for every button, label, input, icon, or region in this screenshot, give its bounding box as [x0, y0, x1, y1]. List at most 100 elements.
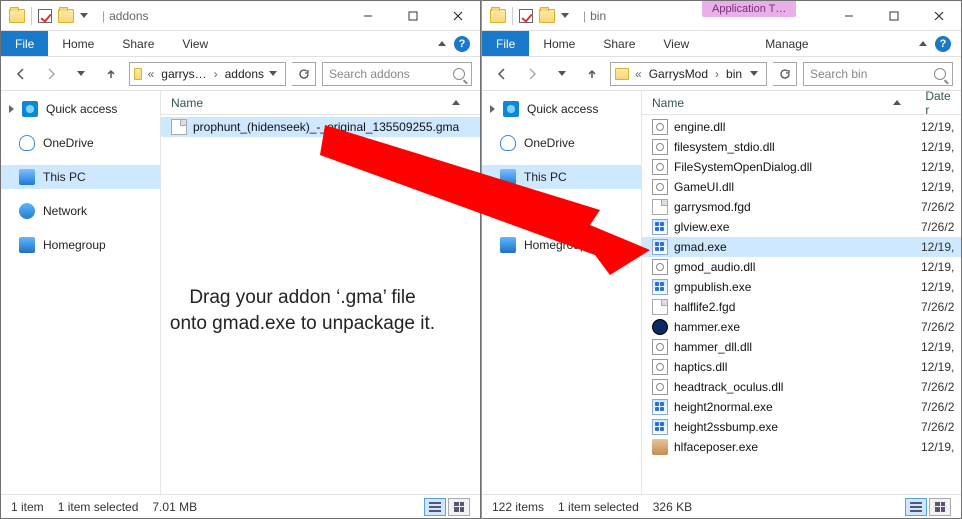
- chevron-left-icon[interactable]: «: [633, 67, 644, 81]
- properties-icon[interactable]: [38, 9, 52, 23]
- file-list[interactable]: engine.dll12/19,filesystem_stdio.dll12/1…: [642, 115, 961, 494]
- file-row[interactable]: headtrack_oculus.dll7/26/2: [642, 377, 961, 397]
- file-row[interactable]: GameUI.dll12/19,: [642, 177, 961, 197]
- minimize-button[interactable]: [345, 1, 390, 30]
- file-row[interactable]: prophunt_(hidenseek)_-_original_13550925…: [161, 117, 480, 137]
- sidebar-item-quick-access[interactable]: Quick access: [1, 97, 160, 121]
- view-large-icons-button[interactable]: [448, 498, 470, 516]
- refresh-button[interactable]: [773, 62, 797, 86]
- file-row[interactable]: engine.dll12/19,: [642, 117, 961, 137]
- close-button[interactable]: [435, 1, 480, 30]
- file-name: engine.dll: [674, 120, 725, 134]
- close-button[interactable]: [916, 1, 961, 30]
- nav-pane[interactable]: Quick access OneDrive This PC Network Ho…: [1, 91, 161, 494]
- file-name: gmpublish.exe: [674, 280, 751, 294]
- column-name[interactable]: Name: [652, 96, 889, 110]
- sidebar-item-onedrive[interactable]: OneDrive: [1, 131, 160, 155]
- recent-dropdown[interactable]: [69, 62, 93, 86]
- file-row[interactable]: height2ssbump.exe7/26/2: [642, 417, 961, 437]
- file-row[interactable]: height2normal.exe7/26/2: [642, 397, 961, 417]
- recent-dropdown[interactable]: [550, 62, 574, 86]
- breadcrumb[interactable]: addons: [222, 67, 267, 81]
- forward-button[interactable]: [39, 62, 63, 86]
- sidebar-item-network[interactable]: Network: [482, 199, 641, 223]
- file-row[interactable]: halflife2.fgd7/26/2: [642, 297, 961, 317]
- file-tab[interactable]: File: [482, 31, 529, 56]
- sidebar-item-this-pc[interactable]: This PC: [482, 165, 641, 189]
- minimize-button[interactable]: [826, 1, 871, 30]
- folder-icon: [490, 9, 506, 23]
- search-input[interactable]: Search bin: [803, 62, 953, 86]
- breadcrumb[interactable]: bin: [723, 67, 745, 81]
- column-date[interactable]: Date r: [925, 91, 961, 117]
- help-icon[interactable]: ?: [454, 36, 470, 52]
- refresh-button[interactable]: [292, 62, 316, 86]
- file-date: 12/19,: [921, 440, 961, 454]
- sidebar-item-homegroup[interactable]: Homegroup: [1, 233, 160, 257]
- cloud-icon: [19, 135, 35, 151]
- forward-button[interactable]: [520, 62, 544, 86]
- explorer-window-addons: |addons File Home Share View ?: [0, 0, 481, 519]
- address-bar[interactable]: « garrys… › addons: [129, 62, 286, 86]
- file-row[interactable]: garrysmod.fgd7/26/2: [642, 197, 961, 217]
- tab-share[interactable]: Share: [108, 31, 168, 56]
- sidebar-item-quick-access[interactable]: Quick access: [482, 97, 641, 121]
- new-folder-icon[interactable]: [539, 9, 555, 23]
- file-row[interactable]: hammer.exe7/26/2: [642, 317, 961, 337]
- properties-icon[interactable]: [519, 9, 533, 23]
- addr-dropdown-icon[interactable]: [269, 71, 277, 76]
- ribbon-expand-icon[interactable]: [919, 41, 927, 46]
- up-button[interactable]: [580, 62, 604, 86]
- help-icon[interactable]: ?: [935, 36, 951, 52]
- breadcrumb[interactable]: garrys…: [158, 67, 209, 81]
- file-row[interactable]: hlfaceposer.exe12/19,: [642, 437, 961, 457]
- titlebar[interactable]: |bin Application T…: [482, 1, 961, 31]
- sidebar-item-onedrive[interactable]: OneDrive: [482, 131, 641, 155]
- tab-manage[interactable]: Manage: [751, 31, 822, 56]
- sidebar-item-network[interactable]: Network: [1, 199, 160, 223]
- up-button[interactable]: [99, 62, 123, 86]
- file-row[interactable]: filesystem_stdio.dll12/19,: [642, 137, 961, 157]
- file-row[interactable]: haptics.dll12/19,: [642, 357, 961, 377]
- column-header[interactable]: Name Date r: [642, 91, 961, 115]
- qat-dropdown-icon[interactable]: [561, 13, 569, 18]
- new-folder-icon[interactable]: [58, 9, 74, 23]
- view-details-button[interactable]: [905, 498, 927, 516]
- file-row[interactable]: FileSystemOpenDialog.dll12/19,: [642, 157, 961, 177]
- tab-share[interactable]: Share: [589, 31, 649, 56]
- view-large-icons-button[interactable]: [929, 498, 951, 516]
- tab-view[interactable]: View: [649, 31, 703, 56]
- column-header[interactable]: Name: [161, 91, 480, 115]
- breadcrumb[interactable]: GarrysMod: [646, 67, 711, 81]
- file-name: hammer.exe: [674, 320, 740, 334]
- file-tab[interactable]: File: [1, 31, 48, 56]
- sidebar-item-this-pc[interactable]: This PC: [1, 165, 160, 189]
- search-input[interactable]: Search addons: [322, 62, 472, 86]
- search-placeholder: Search bin: [810, 67, 867, 81]
- view-details-button[interactable]: [424, 498, 446, 516]
- tab-view[interactable]: View: [168, 31, 222, 56]
- sidebar-item-homegroup[interactable]: Homegroup: [482, 233, 641, 257]
- nav-pane[interactable]: Quick access OneDrive This PC Network Ho…: [482, 91, 642, 494]
- file-row[interactable]: gmad.exe12/19,: [642, 237, 961, 257]
- file-row[interactable]: glview.exe7/26/2: [642, 217, 961, 237]
- qat-dropdown-icon[interactable]: [80, 13, 88, 18]
- maximize-button[interactable]: [871, 1, 916, 30]
- chevron-left-icon[interactable]: «: [146, 67, 157, 81]
- ribbon-expand-icon[interactable]: [438, 41, 446, 46]
- tab-home[interactable]: Home: [48, 31, 108, 56]
- file-row[interactable]: gmpublish.exe12/19,: [642, 277, 961, 297]
- file-list[interactable]: prophunt_(hidenseek)_-_original_13550925…: [161, 115, 480, 494]
- address-bar[interactable]: « GarrysMod › bin: [610, 62, 767, 86]
- column-name[interactable]: Name: [171, 96, 203, 110]
- homegroup-icon: [500, 237, 516, 253]
- tab-home[interactable]: Home: [529, 31, 589, 56]
- maximize-button[interactable]: [390, 1, 435, 30]
- titlebar[interactable]: |addons: [1, 1, 480, 31]
- file-row[interactable]: gmod_audio.dll12/19,: [642, 257, 961, 277]
- back-button[interactable]: [490, 62, 514, 86]
- file-name: glview.exe: [674, 220, 729, 234]
- file-row[interactable]: hammer_dll.dll12/19,: [642, 337, 961, 357]
- back-button[interactable]: [9, 62, 33, 86]
- addr-dropdown-icon[interactable]: [750, 71, 758, 76]
